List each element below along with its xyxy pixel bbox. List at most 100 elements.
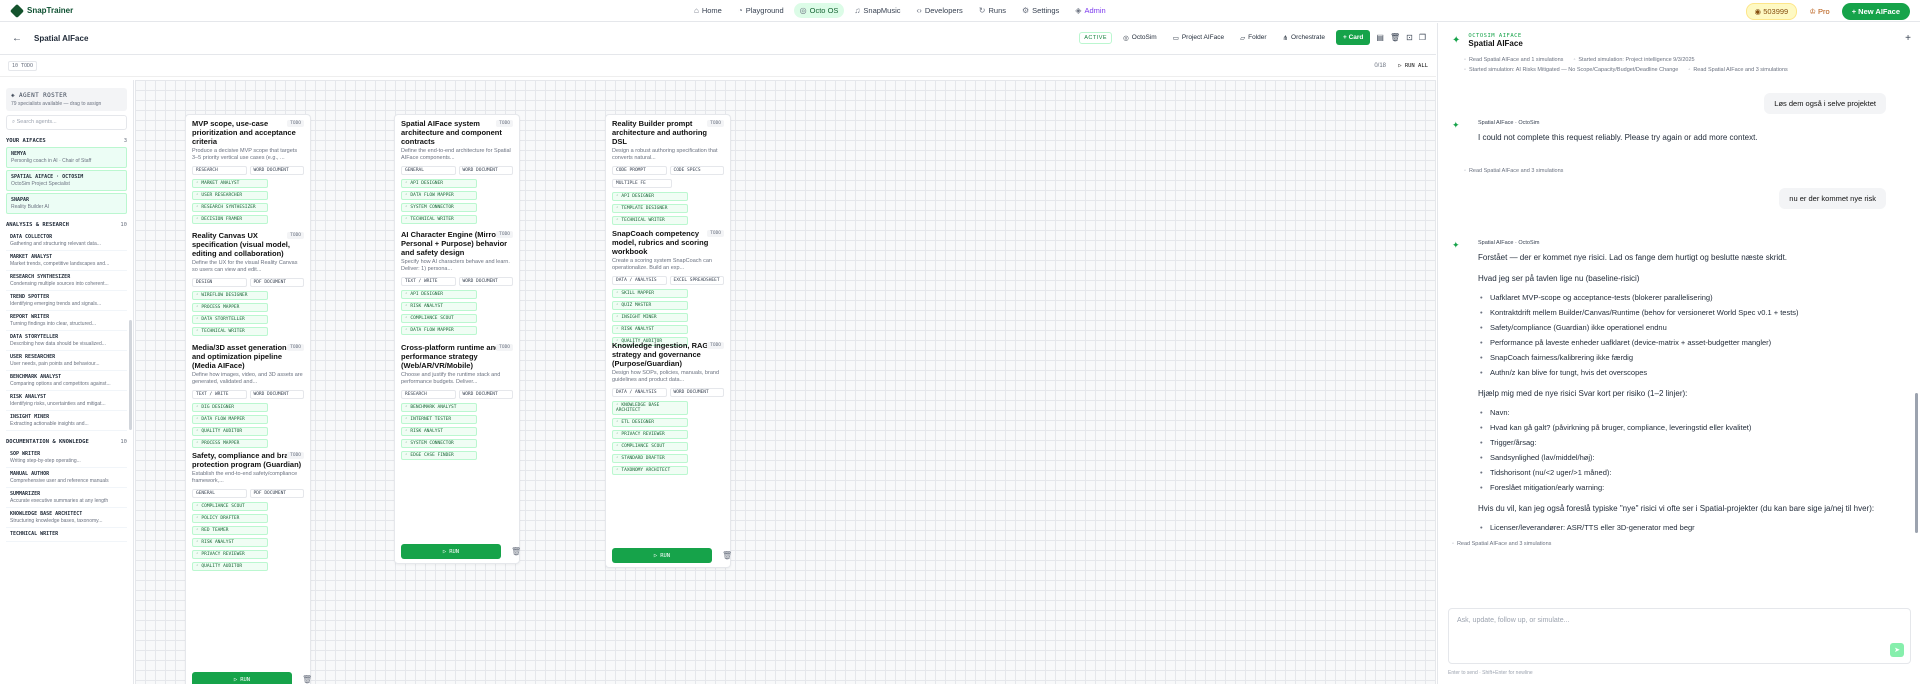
agent-tag[interactable]: ◦ RISK ANALYST <box>401 302 477 311</box>
category-select[interactable]: DATA / ANALYSIS <box>612 276 667 285</box>
folder-button[interactable]: ▱ Folder <box>1235 31 1271 45</box>
nav-snapmusic[interactable]: ♫ SnapMusic <box>848 3 906 18</box>
agent-tag[interactable]: ◦ DATA FLOW MAPPER <box>401 191 477 200</box>
agent-tag[interactable]: ◦ PRIVACY REVIEWER <box>612 430 688 439</box>
agent-tag[interactable]: ◦ POLICY DRAFTER <box>192 514 268 523</box>
agent-item[interactable]: USER RESEARCHER User needs, pain points a… <box>6 351 127 371</box>
agent-item[interactable]: RISK ANALYST Identifying risks, uncertain… <box>6 391 127 411</box>
agent-tag[interactable]: ◦ RISK ANALYST <box>401 427 477 436</box>
output-select[interactable]: PDF DOCUMENT <box>249 489 304 498</box>
agent-tag[interactable]: ◦ COMPLIANCE SCOUT <box>612 442 688 451</box>
agent-tag[interactable]: ◦ COMPLIANCE SCOUT <box>401 314 477 323</box>
task-card[interactable]: TODO Reality Canvas UX specification (vis… <box>186 231 310 336</box>
nav-octo-os[interactable]: ◎ Octo OS <box>793 3 845 18</box>
task-card[interactable]: TODO AI Character Engine (Mirror + Person… <box>395 230 519 335</box>
copy-icon[interactable]: ❐ <box>1419 33 1426 42</box>
tool-chip[interactable]: Read Spatial AIFace and 3 simulations <box>1452 541 1551 547</box>
output-select[interactable]: EXCEL SPREADSHEET <box>669 276 724 285</box>
agent-tag[interactable]: ◦ QUALITY AUDITOR <box>192 427 268 436</box>
task-card[interactable]: TODO Knowledge ingestion, RAG strategy an… <box>606 341 730 475</box>
nav-home[interactable]: ⌂ Home <box>688 3 728 18</box>
agent-item[interactable]: SPATIAL AIFACE · OCTOSIM OctoSim Project … <box>6 170 127 191</box>
task-card[interactable]: TODO Cross-platform runtime and performan… <box>395 343 519 460</box>
trash-icon[interactable]: 🗑 <box>1390 33 1400 42</box>
agent-tag[interactable]: ◦ DECISION FRAMER <box>192 215 268 224</box>
task-card[interactable]: TODO MVP scope, use-case prioritization a… <box>186 119 310 224</box>
run-button[interactable]: ▷ RUN <box>612 548 712 563</box>
chat-scrollbar[interactable] <box>1915 393 1918 533</box>
section-header[interactable]: ANALYSIS & RESEARCH 10 <box>6 222 127 228</box>
agent-item[interactable]: REPORT WRITER Turning findings into clear… <box>6 311 127 331</box>
tool-chip[interactable]: Read Spatial AIFace and 3 simulations <box>1688 67 1787 73</box>
agent-item[interactable]: NEMYA Personlig coach in AI · Chair of St… <box>6 147 127 168</box>
nav-runs[interactable]: ↻ Runs <box>973 3 1012 18</box>
format-select[interactable]: MULTIPLE FE <box>612 179 672 188</box>
agent-tag[interactable]: ◦ TEMPLATE DESIGNER <box>612 204 688 213</box>
agent-tag[interactable]: ◦ INTERNET TESTER <box>401 415 477 424</box>
agent-item[interactable]: TREND SPOTTER Identifying emerging trends… <box>6 291 127 311</box>
trash-icon[interactable]: 🗑 <box>722 551 732 560</box>
credits-badge[interactable]: ◉ 503999 <box>1745 3 1798 20</box>
search-input[interactable]: ⌕ Search agents... <box>6 115 127 130</box>
category-select[interactable]: CODE PROMPT <box>612 166 667 175</box>
agent-item[interactable]: KNOWLEDGE BASE ARCHITECT Structuring know… <box>6 508 127 528</box>
agent-tag[interactable]: ◦ SYSTEM CONNECTOR <box>401 203 477 212</box>
agent-tag[interactable]: ◦ PRIVACY REVIEWER <box>192 550 268 559</box>
output-select[interactable]: WORD DOCUMENT <box>669 388 724 397</box>
agent-item[interactable]: SNAPAR Reality Builder AI <box>6 193 127 214</box>
run-all-button[interactable]: ▷ RUN ALL <box>1398 63 1428 69</box>
agent-tag[interactable]: ◦ API DESIGNER <box>612 192 688 201</box>
category-select[interactable]: RESEARCH <box>192 166 247 175</box>
task-card[interactable]: TODO SnapCoach competency model, rubrics … <box>606 229 730 346</box>
agent-tag[interactable]: ◦ RED TEAMER <box>192 526 268 535</box>
agent-tag[interactable]: ◦ USER RESEARCHER <box>192 191 268 200</box>
section-header[interactable]: YOUR AIFACES 3 <box>6 138 127 144</box>
task-card[interactable]: TODO Spatial AIFace system architecture a… <box>395 119 519 224</box>
agent-tag[interactable]: ◦ PROCESS MAPPER <box>192 303 268 312</box>
new-aiface-button[interactable]: + New AIFace <box>1841 3 1910 20</box>
agent-tag[interactable]: ◦ INSIGHT MINER <box>612 313 688 322</box>
agent-tag[interactable]: ◦ DATA STORYTELLER <box>192 315 268 324</box>
output-select[interactable]: WORD DOCUMENT <box>249 166 304 175</box>
document-icon[interactable]: ▤ <box>1376 33 1384 42</box>
nav-settings[interactable]: ⚙ Settings <box>1016 3 1065 18</box>
orchestrate-button[interactable]: ⋔ Orchestrate <box>1278 31 1330 45</box>
brand[interactable]: SnapTrainer <box>9 3 73 18</box>
agent-tag[interactable]: ◦ SKILL MAPPER <box>612 289 688 298</box>
agent-tag[interactable]: ◦ RISK ANALYST <box>192 538 268 547</box>
trash-icon[interactable]: 🗑 <box>302 675 312 684</box>
scrollbar[interactable] <box>129 320 132 430</box>
agent-tag[interactable]: ◦ SYSTEM CONNECTOR <box>401 439 477 448</box>
tool-chip[interactable]: Started simulation: AI Risks Mitigated —… <box>1464 67 1678 73</box>
agent-tag[interactable]: ◦ COMPLIANCE SCOUT <box>192 502 268 511</box>
agent-tag[interactable]: ◦ QUIZ MASTER <box>612 301 688 310</box>
output-select[interactable]: PDF DOCUMENT <box>249 278 304 287</box>
agent-tag[interactable]: ◦ STANDARD DRAFTER <box>612 454 688 463</box>
agent-item[interactable]: RESEARCH SYNTHESIZER Condensing multiple … <box>6 271 127 291</box>
category-select[interactable]: DESIGN <box>192 278 247 287</box>
output-select[interactable]: WORD DOCUMENT <box>249 390 304 399</box>
agent-item[interactable]: DATA STORYTELLER Describing how data shou… <box>6 331 127 351</box>
nav-admin[interactable]: ◈ Admin <box>1069 3 1111 18</box>
agent-item[interactable]: MANUAL AUTHOR Comprehensive user and refe… <box>6 468 127 488</box>
agent-item[interactable]: SOP WRITER Writing step-by-step operating… <box>6 448 127 468</box>
agent-tag[interactable]: ◦ RESEARCH SYNTHESIZER <box>192 203 268 212</box>
output-select[interactable]: WORD DOCUMENT <box>458 390 513 399</box>
nav-playground[interactable]: ◔ Playground <box>732 3 790 18</box>
add-card-button[interactable]: + Card <box>1335 30 1371 45</box>
agent-tag[interactable]: ◦ DATA FLOW MAPPER <box>401 326 477 335</box>
trash-icon[interactable]: 🗑 <box>511 547 521 556</box>
agent-tag[interactable]: ◦ DATA FLOW MAPPER <box>192 415 268 424</box>
back-arrow-icon[interactable]: ← <box>12 33 22 44</box>
category-select[interactable]: GENERAL <box>192 489 247 498</box>
agent-tag[interactable]: ◦ DIG DESIGNER <box>192 403 268 412</box>
agent-item[interactable]: SUMMARIZER Accurate executive summaries a… <box>6 488 127 508</box>
category-select[interactable]: TEXT / WRITE <box>401 277 456 286</box>
agent-tag[interactable]: ◦ WIREFLOW DESIGNER <box>192 291 268 300</box>
agent-tag[interactable]: ◦ TECHNICAL WRITER <box>401 215 477 224</box>
send-icon[interactable]: ➤ <box>1890 643 1904 657</box>
nav-developers[interactable]: ‹› Developers <box>911 3 969 18</box>
agent-item[interactable]: BENCHMARK ANALYST Comparing options and c… <box>6 371 127 391</box>
board-canvas[interactable]: TODO MVP scope, use-case prioritization a… <box>135 80 1436 684</box>
tool-chip[interactable]: Started simulation: Project intelligence… <box>1573 57 1694 63</box>
